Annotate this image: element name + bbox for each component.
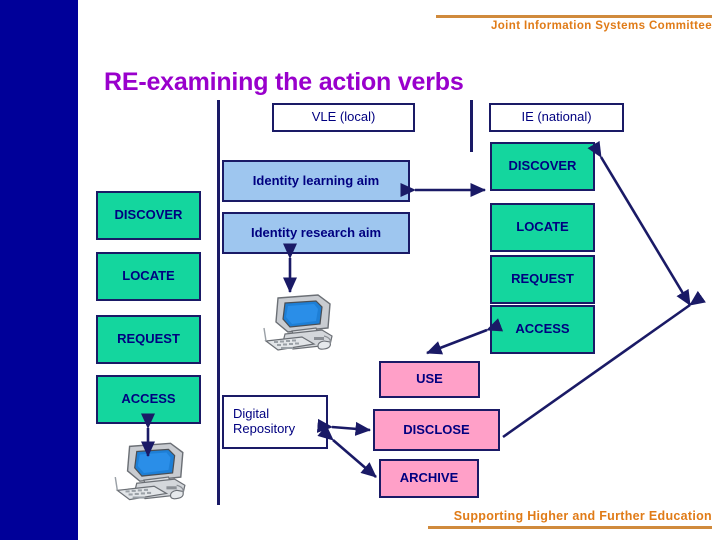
pink-verb-archive[interactable]: ARCHIVE xyxy=(379,459,479,498)
arrow-access-to-use xyxy=(426,318,504,355)
digital-repository-line2: Repository xyxy=(233,421,296,436)
divider-left xyxy=(217,100,220,505)
arrow-repository-to-disclose xyxy=(316,418,372,436)
right-verb-access[interactable]: ACCESS xyxy=(490,305,595,354)
header-organisation: Joint Information Systems Committee xyxy=(490,20,712,32)
pink-verb-disclose[interactable]: DISCLOSE xyxy=(373,409,500,451)
page-title: RE-examining the action verbs xyxy=(104,68,464,96)
pink-verb-use[interactable]: USE xyxy=(379,361,480,398)
footer-rule xyxy=(428,526,712,529)
column-header-ie: IE (national) xyxy=(489,103,624,132)
slide-canvas: Joint Information Systems Committee RE-e… xyxy=(0,0,720,540)
left-verb-request[interactable]: REQUEST xyxy=(96,315,201,364)
left-verb-locate[interactable]: LOCATE xyxy=(96,252,201,301)
desktop-computer-icon-lower xyxy=(114,442,186,501)
arrow-discover-diagonal xyxy=(587,140,692,306)
left-verb-access[interactable]: ACCESS xyxy=(96,375,201,424)
aim-research[interactable]: Identity research aim xyxy=(222,212,410,254)
header-rule xyxy=(436,15,712,18)
right-verb-discover[interactable]: DISCOVER xyxy=(490,142,595,191)
left-color-band xyxy=(0,0,78,540)
desktop-computer-icon-upper xyxy=(263,294,333,351)
right-verb-request[interactable]: REQUEST xyxy=(490,255,595,304)
digital-repository-line1: Digital xyxy=(233,406,270,422)
divider-right xyxy=(470,100,473,152)
aim-learning[interactable]: Identity learning aim xyxy=(222,160,410,202)
right-verb-locate[interactable]: LOCATE xyxy=(490,203,595,252)
column-header-vle: VLE (local) xyxy=(272,103,415,132)
digital-repository[interactable]: Digital Repository xyxy=(222,395,328,449)
left-verb-discover[interactable]: DISCOVER xyxy=(96,191,201,240)
arrow-repository-to-archive xyxy=(317,425,377,478)
footer-tagline: Supporting Higher and Further Education xyxy=(453,509,712,523)
